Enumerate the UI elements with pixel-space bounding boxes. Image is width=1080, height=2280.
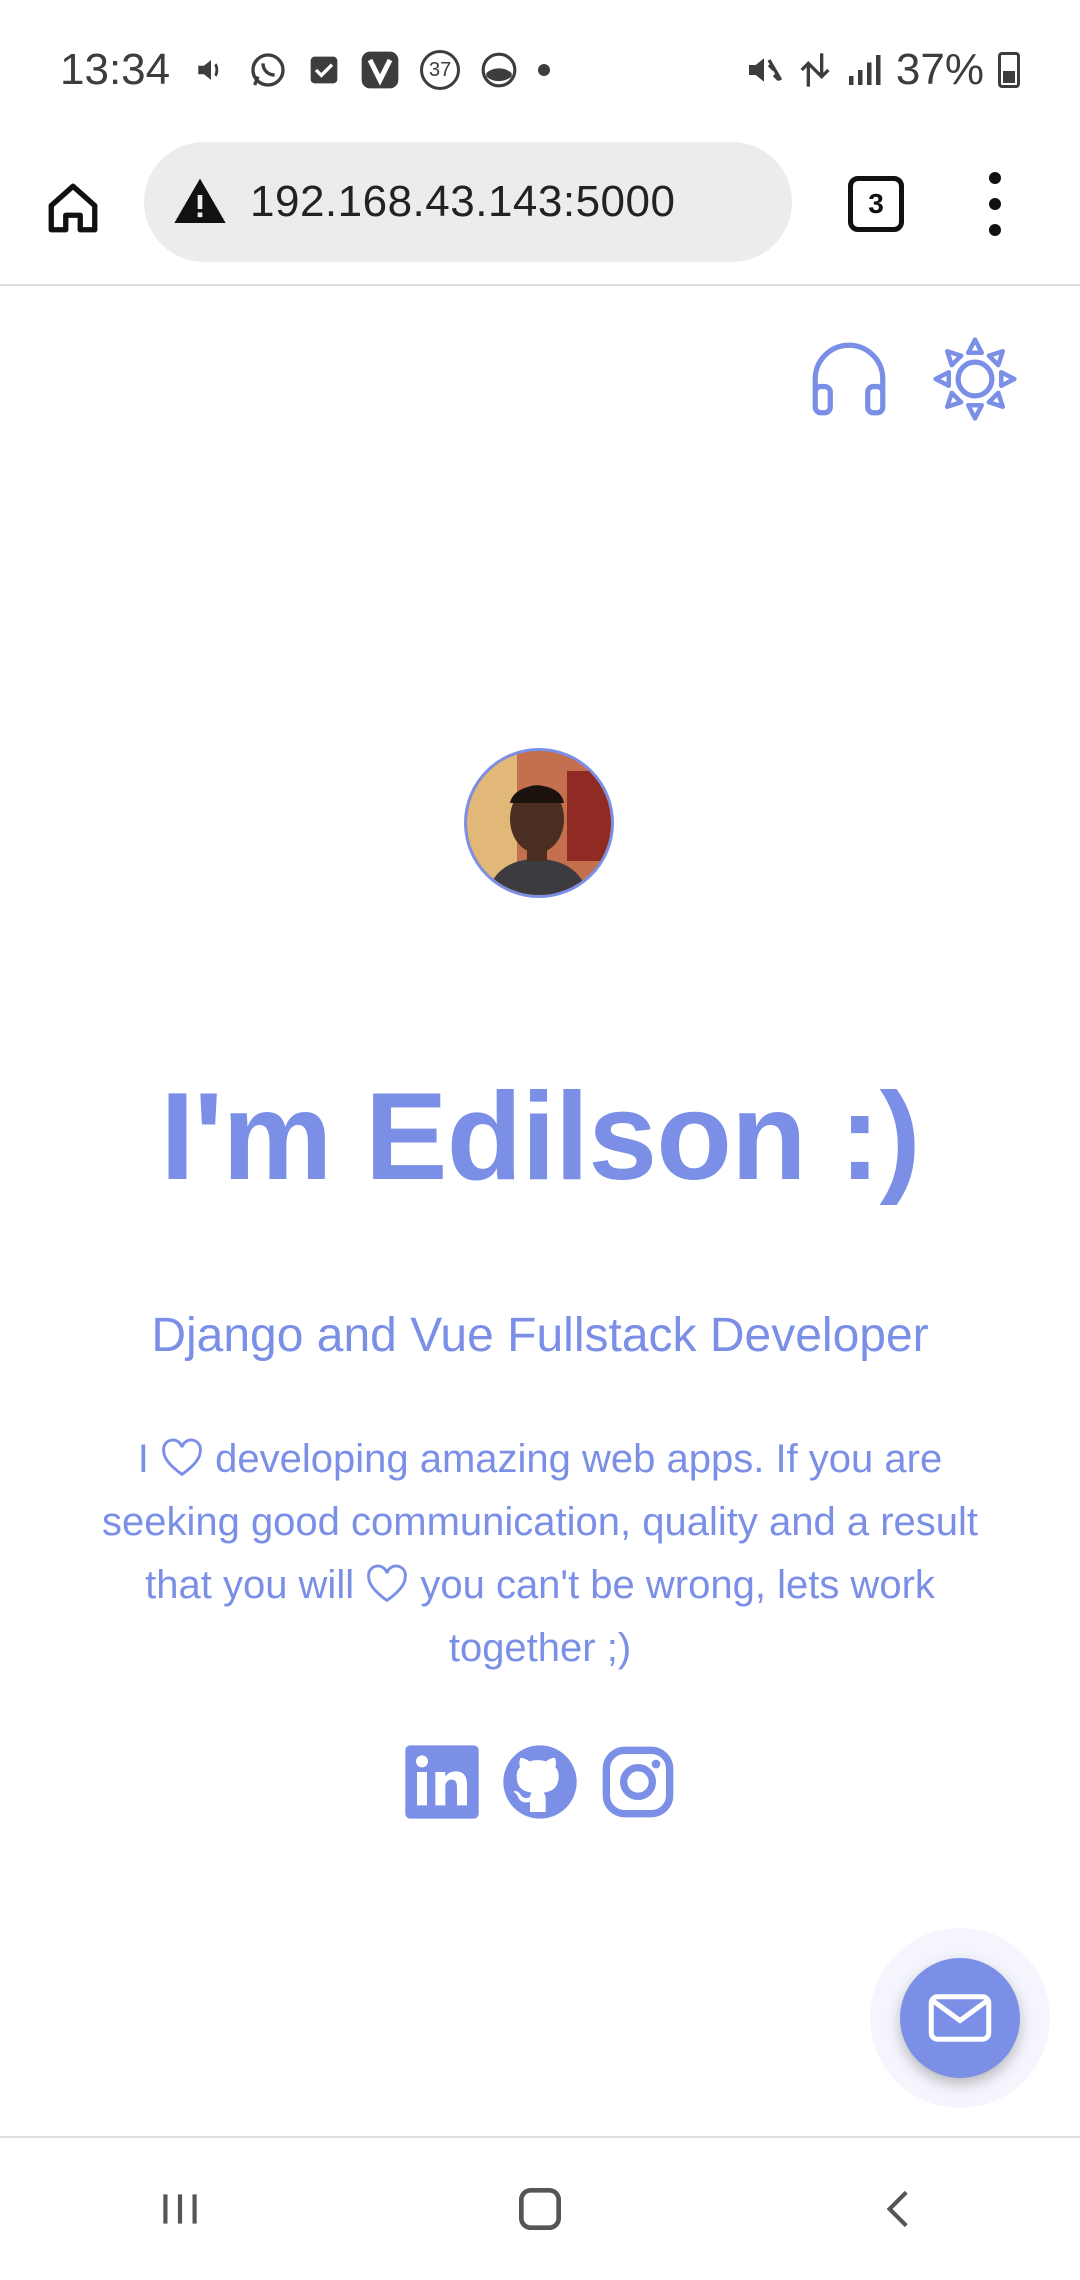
tab-switcher-button[interactable]: 3: [848, 176, 904, 232]
dot-icon: [538, 64, 551, 76]
recent-apps-button[interactable]: [140, 2169, 220, 2249]
mail-icon: [928, 1994, 992, 2042]
heart-icon: [367, 1564, 408, 1603]
profile-photo: [467, 751, 611, 895]
data-icon: [798, 50, 832, 90]
whatsapp-icon: [248, 50, 288, 90]
navigation-bar: [0, 2136, 1080, 2280]
page-content: I'm Edilson :) Django and Vue Fullstack …: [0, 288, 1080, 2136]
avatar: [464, 748, 614, 898]
headline: I'm Edilson :): [160, 1068, 921, 1206]
status-time: 13:34: [60, 45, 171, 94]
recents-icon: [163, 2194, 197, 2224]
status-notification-icons: 37: [194, 50, 551, 90]
back-button[interactable]: [860, 2169, 940, 2249]
more-menu-button[interactable]: [970, 166, 1020, 242]
warning-icon[interactable]: [172, 174, 228, 230]
headphones-icon[interactable]: [804, 334, 894, 424]
top-actions: [804, 334, 1020, 424]
mute-icon: [744, 50, 784, 90]
battery-icon: [998, 52, 1020, 88]
checkbox-icon: [308, 54, 340, 86]
social-links: [0, 1742, 1080, 1822]
home-nav-button[interactable]: [500, 2169, 580, 2249]
subtitle: Django and Vue Fullstack Developer: [151, 1309, 929, 1362]
contact-button[interactable]: [900, 1958, 1020, 2078]
bio-part: you can't be wrong, lets work together ;…: [409, 1563, 935, 1670]
bio-part: I: [137, 1437, 160, 1481]
sun-icon[interactable]: [930, 334, 1020, 424]
badge-icon: 37: [420, 50, 461, 90]
signal-icon: [846, 52, 882, 88]
vivaldi-icon: [360, 50, 400, 90]
status-bar: 13:34 37 37%: [0, 0, 1080, 140]
heart-icon: [162, 1438, 202, 1477]
home-button[interactable]: [40, 175, 106, 241]
linkedin-icon[interactable]: [402, 1742, 482, 1822]
status-system-icons: 37%: [744, 45, 1020, 95]
back-icon: [886, 2190, 908, 2228]
url-text[interactable]: 192.168.43.143:5000: [250, 177, 675, 227]
volume-icon: [194, 53, 228, 87]
home-icon: [48, 183, 98, 233]
browser-toolbar: 192.168.43.143:5000 3: [0, 140, 1080, 286]
github-icon[interactable]: [500, 1742, 580, 1822]
battery-percent: 37%: [895, 45, 984, 94]
home-square-icon: [519, 2188, 561, 2230]
address-bar[interactable]: 192.168.43.143:5000: [144, 142, 792, 262]
bio-text: I developing amazing web apps. If you ar…: [70, 1428, 1010, 1680]
menu-dot: [989, 198, 1001, 210]
browser-icon: [480, 51, 518, 89]
menu-dot: [989, 172, 1001, 184]
menu-dot: [989, 224, 1001, 236]
contact-fab-halo: [870, 1928, 1050, 2108]
instagram-icon[interactable]: [598, 1742, 678, 1822]
